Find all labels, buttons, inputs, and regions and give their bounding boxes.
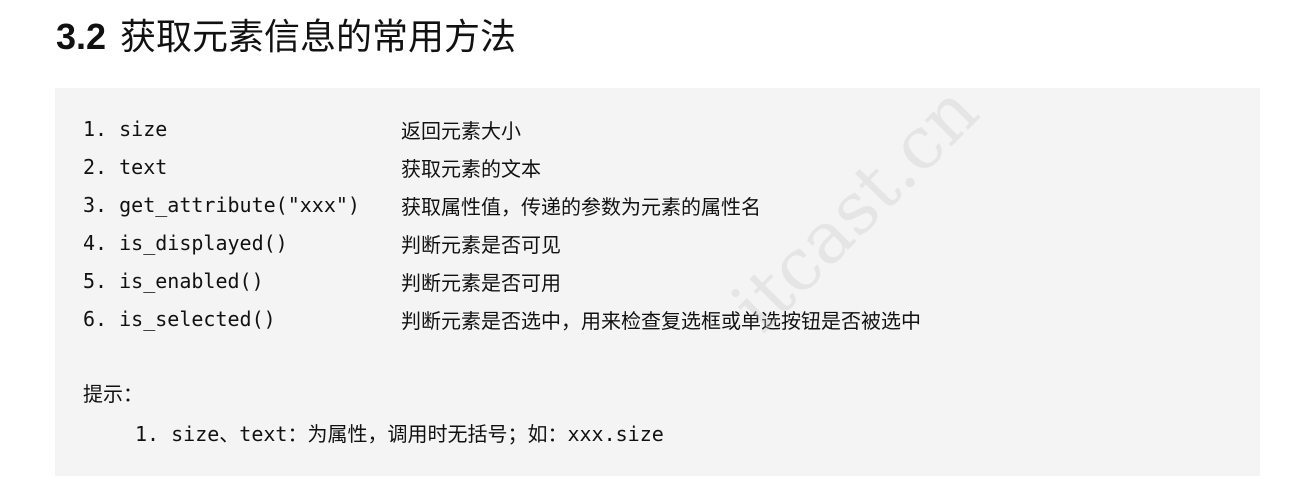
method-description: 返回元素大小 bbox=[401, 118, 521, 143]
method-row: 4. is_displayed() 判断元素是否可见 bbox=[83, 224, 921, 262]
method-row: 3. get_attribute("xxx") 获取属性值，传递的参数为元素的属… bbox=[83, 186, 921, 224]
method-code: 4. is_displayed() bbox=[83, 231, 288, 255]
method-description: 判断元素是否可见 bbox=[401, 232, 561, 257]
method-row: 2. text 获取元素的文本 bbox=[83, 148, 921, 186]
method-row: 1. size 返回元素大小 bbox=[83, 110, 921, 148]
method-code: 5. is_enabled() bbox=[83, 269, 264, 293]
method-list: 1. size 返回元素大小 2. text 获取元素的文本 3. get_at… bbox=[83, 110, 921, 338]
heading-number: 3.2 bbox=[56, 16, 107, 57]
method-description: 判断元素是否可用 bbox=[401, 270, 561, 295]
code-block: 1. size 返回元素大小 2. text 获取元素的文本 3. get_at… bbox=[55, 88, 1260, 476]
method-code: 2. text bbox=[83, 155, 168, 179]
heading-title: 获取元素信息的常用方法 bbox=[120, 17, 517, 58]
tip-item: 1. size、text：为属性，调用时无括号；如：xxx.size bbox=[135, 422, 664, 446]
method-row: 5. is_enabled() 判断元素是否可用 bbox=[83, 262, 921, 300]
method-description: 获取属性值，传递的参数为元素的属性名 bbox=[401, 194, 761, 219]
method-row: 6. is_selected() 判断元素是否选中，用来检查复选框或单选按钮是否… bbox=[83, 300, 921, 338]
method-code: 1. size bbox=[83, 117, 168, 141]
method-description: 获取元素的文本 bbox=[401, 156, 541, 181]
tip-label: 提示： bbox=[83, 382, 143, 406]
method-code: 3. get_attribute("xxx") bbox=[83, 193, 360, 217]
method-code: 6. is_selected() bbox=[83, 307, 276, 331]
method-description: 判断元素是否选中，用来检查复选框或单选按钮是否被选中 bbox=[401, 308, 921, 333]
section-heading: 3.2 获取元素信息的常用方法 bbox=[56, 8, 516, 64]
